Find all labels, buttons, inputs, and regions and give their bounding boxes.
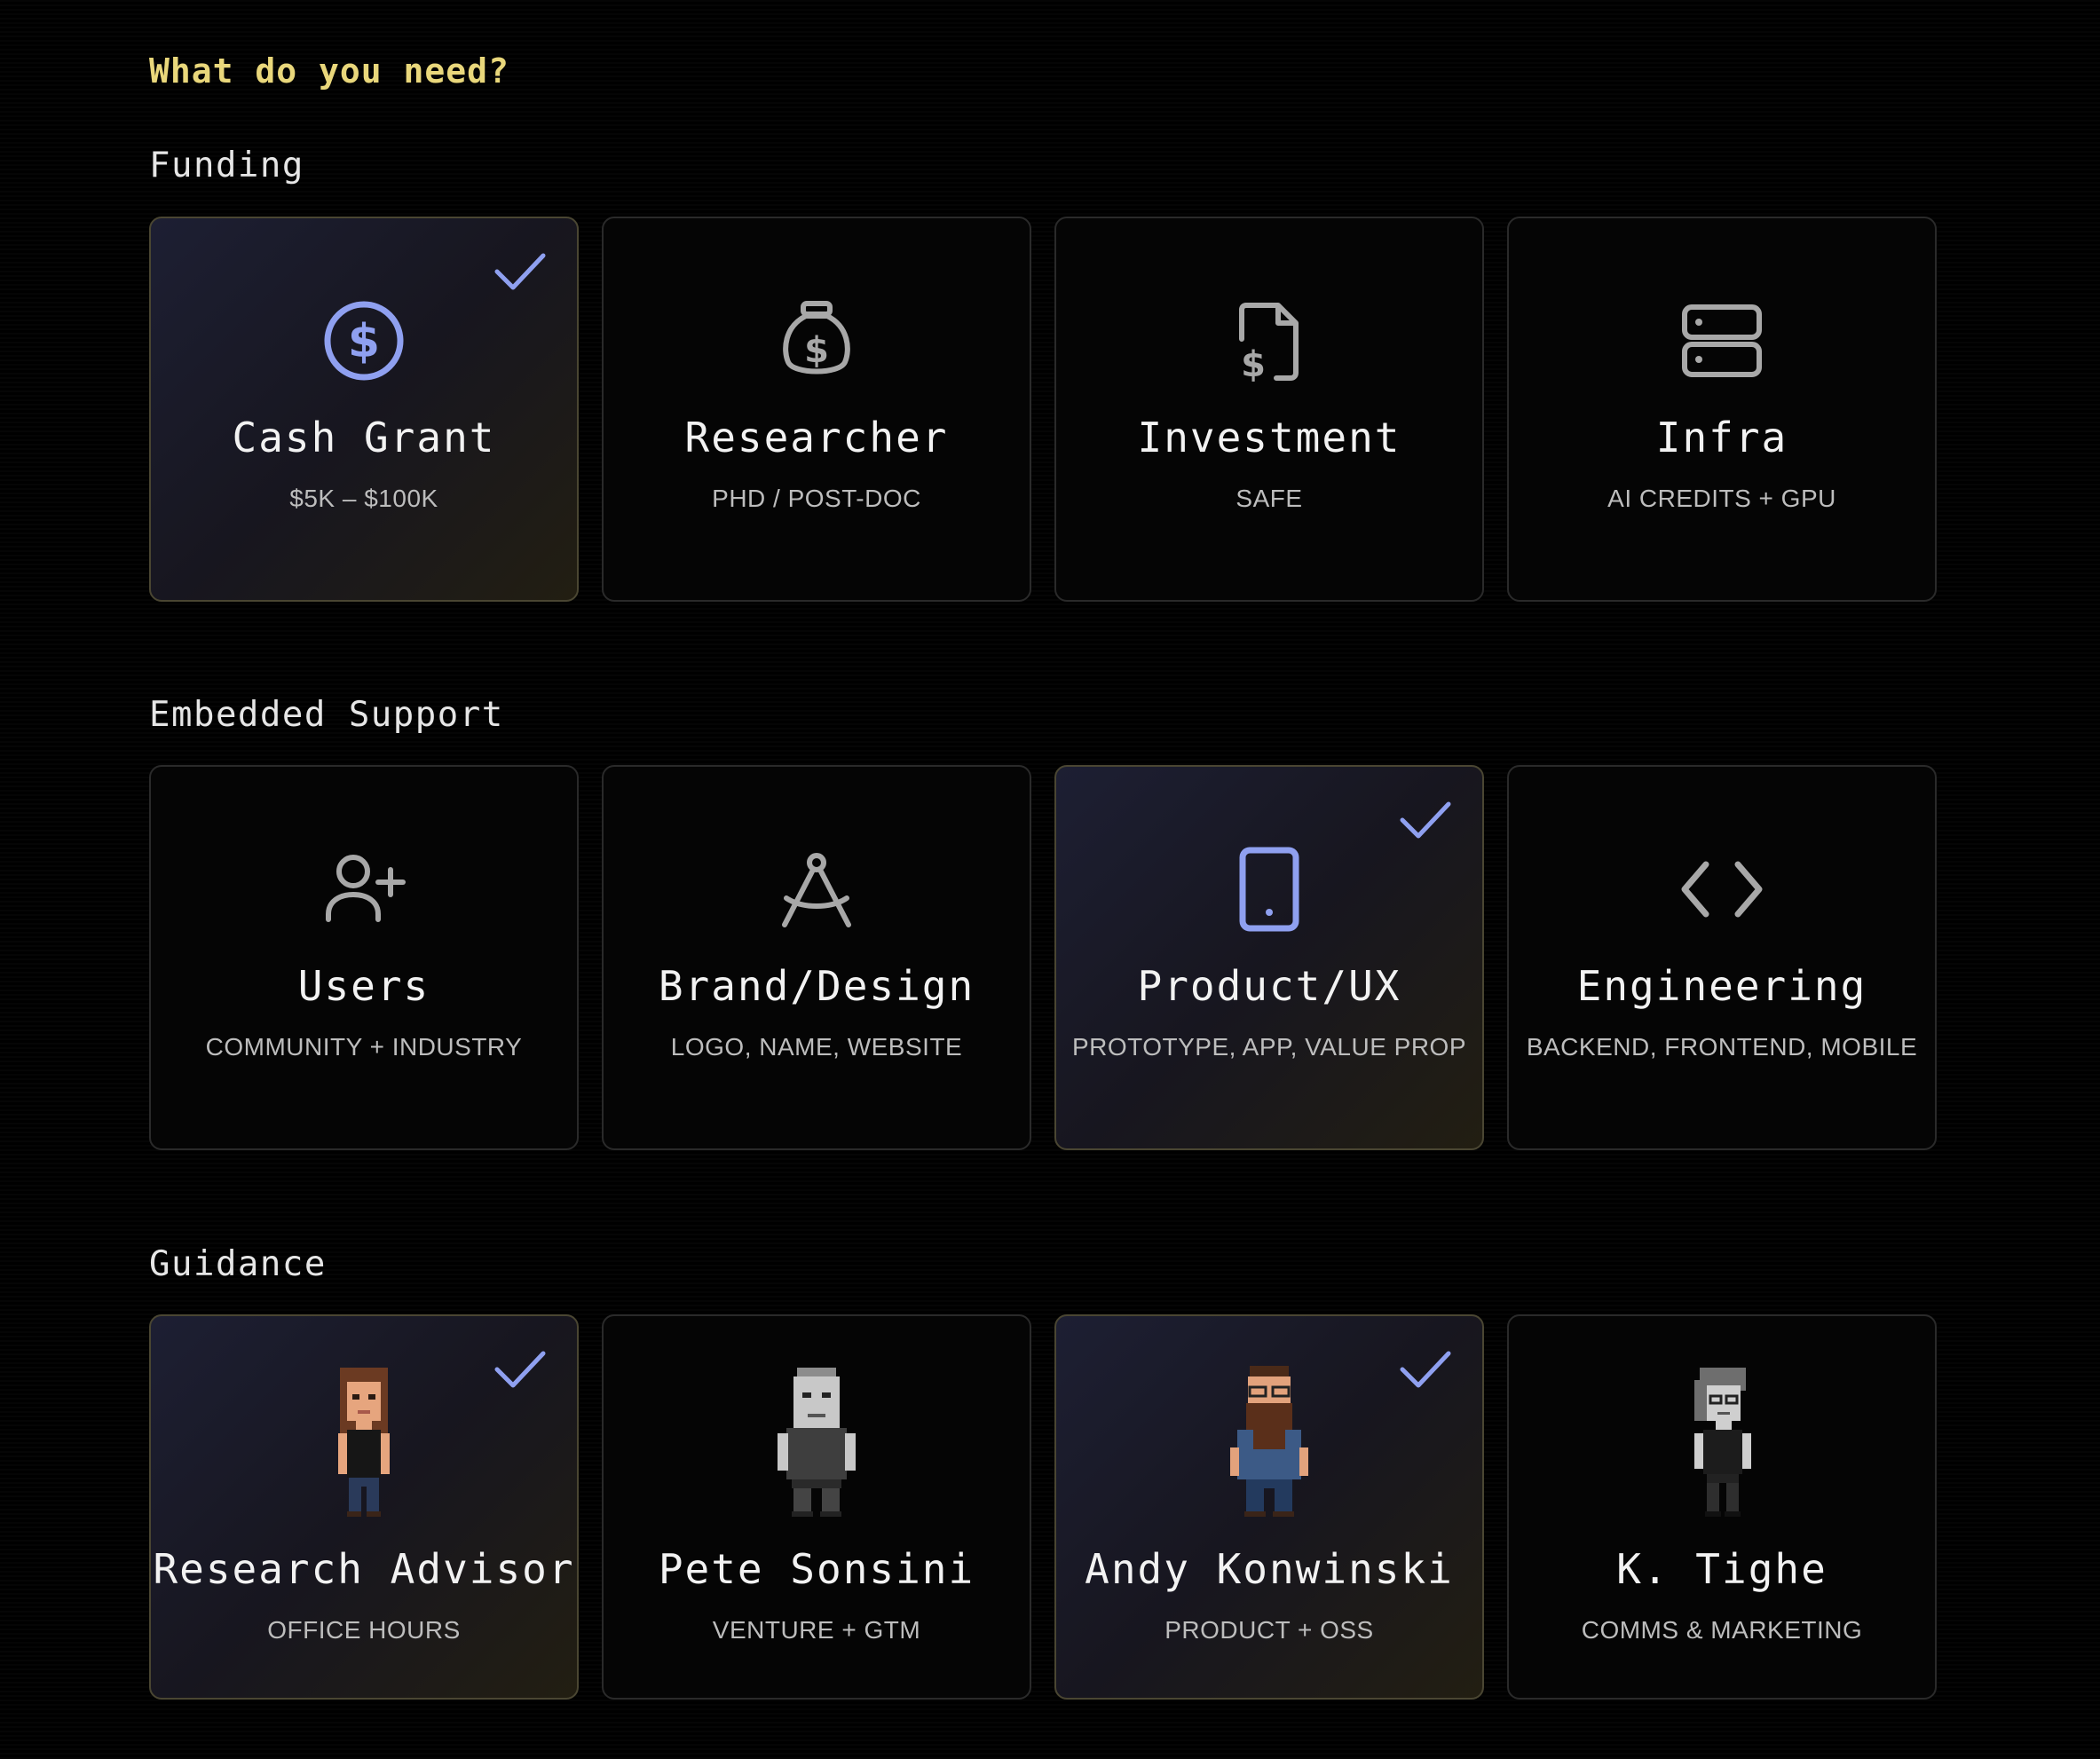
- svg-text:$: $: [348, 315, 380, 368]
- card-subtitle: BACKEND, FRONTEND, MOBILE: [1526, 1033, 1918, 1061]
- section-title-embedded-support: Embedded Support: [149, 695, 504, 735]
- card-subtitle: COMMUNITY + INDUSTRY: [205, 1033, 523, 1061]
- option-card-engineering[interactable]: Engineering BACKEND, FRONTEND, MOBILE: [1507, 765, 1937, 1150]
- file-dollar-icon: $: [1227, 298, 1312, 383]
- card-subtitle: PRODUCT + OSS: [1164, 1616, 1374, 1644]
- card-subtitle: PROTOTYPE, APP, VALUE PROP: [1071, 1033, 1467, 1061]
- card-subtitle: OFFICE HOURS: [267, 1616, 461, 1644]
- dollar-circle-icon: $: [321, 298, 407, 383]
- money-bag-icon: $: [774, 298, 859, 383]
- option-card-k-tighe[interactable]: K. Tighe COMMS & MARKETING: [1507, 1314, 1937, 1700]
- card-subtitle: SAFE: [1236, 485, 1303, 512]
- guidance-grid: Research Advisor OFFICE HOURS Pete Sonsi…: [149, 1314, 1937, 1700]
- card-title: Investment: [1137, 414, 1401, 461]
- server-icon: [1679, 298, 1764, 383]
- card-subtitle: AI CREDITS + GPU: [1607, 485, 1836, 512]
- code-icon: [1679, 847, 1764, 932]
- card-title: Research Advisor: [153, 1545, 575, 1593]
- option-card-infra[interactable]: Infra AI CREDITS + GPU: [1507, 217, 1937, 602]
- card-title: Andy Konwinski: [1085, 1545, 1454, 1593]
- checkmark-icon: [1400, 1351, 1451, 1388]
- checkmark-icon: [494, 1351, 546, 1388]
- funding-grid: $ Cash Grant $5K – $100K $ Researcher PH…: [149, 217, 1937, 602]
- option-card-andy-konwinski[interactable]: Andy Konwinski PRODUCT + OSS: [1054, 1314, 1484, 1700]
- avatar-k-tighe-icon: [1673, 1362, 1771, 1518]
- tablet-icon: [1227, 847, 1312, 932]
- option-card-brand-design[interactable]: Brand/Design LOGO, NAME, WEBSITE: [602, 765, 1031, 1150]
- card-subtitle: LOGO, NAME, WEBSITE: [670, 1033, 963, 1061]
- card-subtitle: VENTURE + GTM: [712, 1616, 921, 1644]
- avatar-research-advisor-icon: [315, 1362, 413, 1518]
- card-title: Pete Sonsini: [658, 1545, 975, 1593]
- card-title: Infra: [1655, 414, 1788, 461]
- section-title-funding: Funding: [149, 146, 304, 185]
- option-card-pete-sonsini[interactable]: Pete Sonsini VENTURE + GTM: [602, 1314, 1031, 1700]
- avatar-andy-konwinski-icon: [1220, 1362, 1318, 1518]
- compass-drafting-icon: [774, 847, 859, 932]
- option-card-cash-grant[interactable]: $ Cash Grant $5K – $100K: [149, 217, 579, 602]
- card-title: Users: [297, 962, 430, 1010]
- checkmark-icon: [1400, 801, 1451, 839]
- option-card-researcher[interactable]: $ Researcher PHD / POST-DOC: [602, 217, 1031, 602]
- card-title: Engineering: [1576, 962, 1867, 1010]
- card-title: Cash Grant: [232, 414, 496, 461]
- svg-text:$: $: [804, 330, 829, 371]
- question-heading: What do you need?: [149, 51, 509, 91]
- card-title: Product/UX: [1137, 962, 1401, 1010]
- section-title-guidance: Guidance: [149, 1244, 327, 1284]
- embedded-support-grid: Users COMMUNITY + INDUSTRY Brand/Design …: [149, 765, 1937, 1150]
- card-title: K. Tighe: [1616, 1545, 1828, 1593]
- option-card-users[interactable]: Users COMMUNITY + INDUSTRY: [149, 765, 579, 1150]
- option-card-research-advisor[interactable]: Research Advisor OFFICE HOURS: [149, 1314, 579, 1700]
- card-title: Researcher: [684, 414, 949, 461]
- option-card-product-ux[interactable]: Product/UX PROTOTYPE, APP, VALUE PROP: [1054, 765, 1484, 1150]
- card-title: Brand/Design: [658, 962, 975, 1010]
- user-plus-icon: [321, 847, 407, 932]
- card-subtitle: $5K – $100K: [289, 485, 438, 512]
- option-card-investment[interactable]: $ Investment SAFE: [1054, 217, 1484, 602]
- card-subtitle: PHD / POST-DOC: [712, 485, 921, 512]
- avatar-pete-sonsini-icon: [768, 1362, 865, 1518]
- card-subtitle: COMMS & MARKETING: [1581, 1616, 1863, 1644]
- svg-text:$: $: [1241, 344, 1266, 383]
- checkmark-icon: [494, 253, 546, 290]
